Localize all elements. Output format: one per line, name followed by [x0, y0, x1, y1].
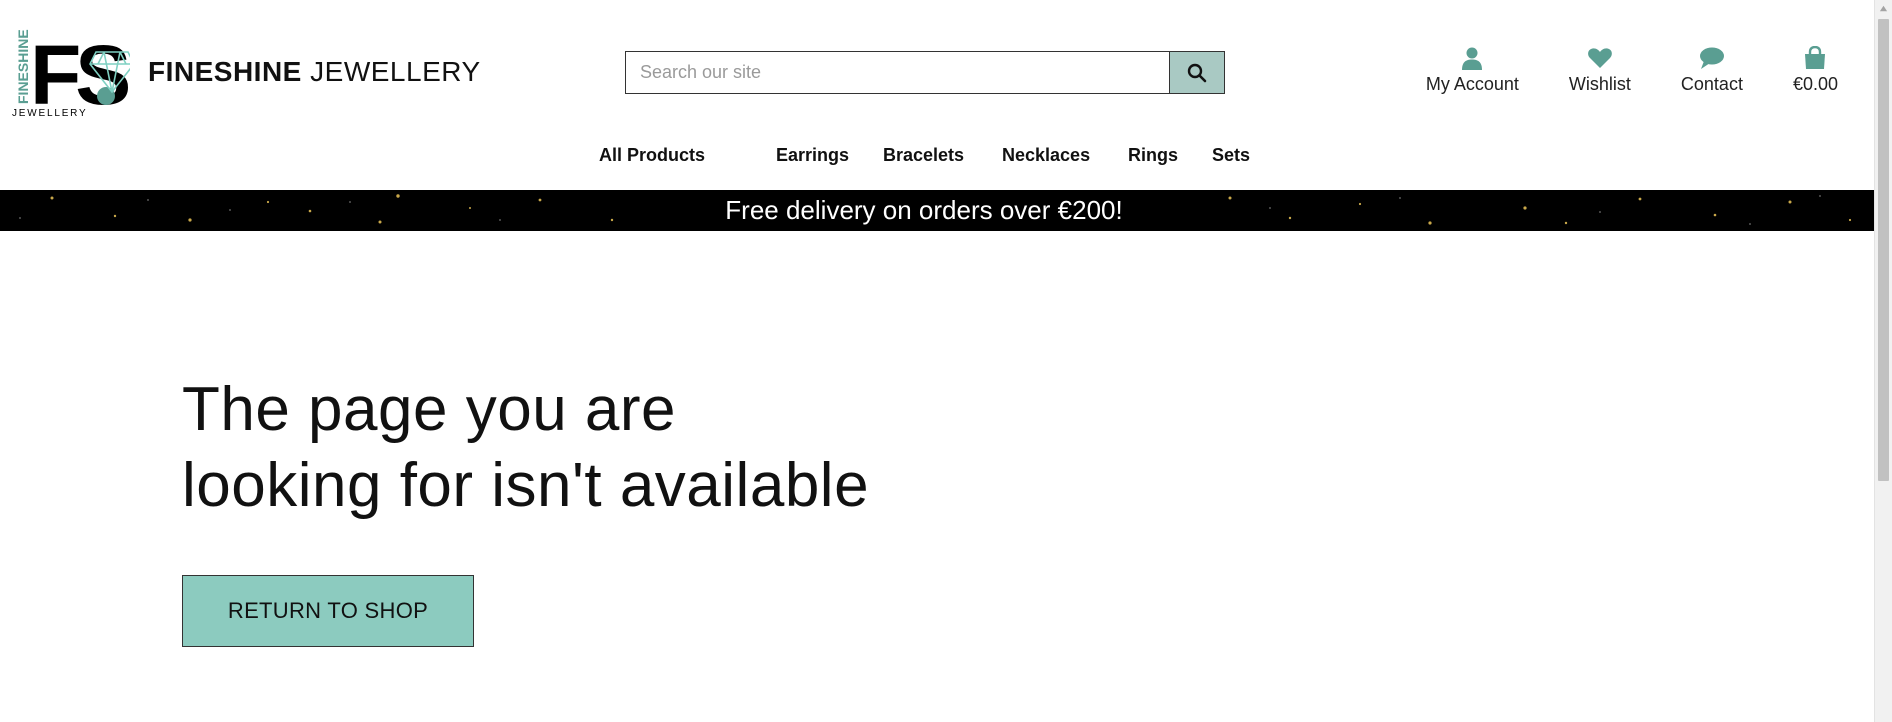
logo-subtext: JEWELLERY: [12, 108, 87, 119]
brand-name: FINESHINE JEWELLERY: [148, 56, 481, 88]
promo-text: Free delivery on orders over €200!: [725, 195, 1123, 225]
search-button[interactable]: [1169, 52, 1224, 93]
search-icon: [1187, 63, 1207, 82]
return-to-shop-button[interactable]: RETURN TO SHOP: [182, 575, 474, 647]
user-icon: [1462, 47, 1483, 70]
search-bar: [625, 51, 1225, 94]
scrollbar-thumb[interactable]: [1878, 19, 1889, 481]
brand-name-light: JEWELLERY: [310, 56, 481, 87]
contact-link[interactable]: Contact: [1681, 46, 1743, 95]
shopping-bag-icon: [1805, 46, 1826, 69]
site-header: FINESHINE FS. JEWELLERY FINESHINE: [0, 0, 1874, 190]
logo-vertical-text: FINESHINE: [15, 29, 31, 104]
chat-icon: [1699, 47, 1724, 69]
wishlist-link[interactable]: Wishlist: [1569, 46, 1631, 95]
cart-total: €0.00: [1792, 74, 1838, 94]
caret-up-icon: [1879, 5, 1888, 12]
main-nav: All Products Earrings Bracelets Necklace…: [0, 145, 1874, 175]
my-account-label: My Account: [1425, 74, 1519, 94]
nav-item-rings[interactable]: Rings: [1128, 145, 1178, 166]
error-headline-line1: The page you are: [182, 375, 677, 444]
search-input[interactable]: [626, 52, 1169, 93]
nav-item-necklaces[interactable]: Necklaces: [1002, 145, 1090, 166]
my-account-link[interactable]: My Account: [1426, 46, 1519, 95]
nav-item-bracelets[interactable]: Bracelets: [883, 145, 964, 166]
nav-item-all-products[interactable]: All Products: [599, 145, 705, 166]
vertical-scrollbar[interactable]: [1874, 0, 1892, 722]
scroll-up-arrow[interactable]: [1875, 0, 1892, 17]
cart-link[interactable]: €0.00: [1793, 46, 1838, 95]
header-links: My Account Wishlist Contact €0.00: [1376, 46, 1838, 95]
nav-item-sets[interactable]: Sets: [1212, 145, 1250, 166]
nav-item-earrings[interactable]: Earrings: [776, 145, 849, 166]
page: FINESHINE FS. JEWELLERY FINESHINE: [0, 0, 1874, 722]
brand-name-bold: FINESHINE: [148, 56, 302, 87]
error-content: The page you are looking for isn't avail…: [182, 372, 1082, 647]
logo-mark: FINESHINE FS. JEWELLERY: [10, 22, 149, 122]
error-headline-line2: looking for isn't available: [182, 451, 870, 520]
heart-icon: [1588, 48, 1612, 68]
promo-banner: Free delivery on orders over €200!: [0, 190, 1874, 231]
site-logo[interactable]: FINESHINE FS. JEWELLERY FINESHINE: [10, 22, 480, 122]
wishlist-label: Wishlist: [1568, 74, 1631, 94]
error-headline: The page you are looking for isn't avail…: [182, 372, 1082, 524]
contact-label: Contact: [1680, 74, 1743, 94]
logo-graphic: FINESHINE FS. JEWELLERY: [12, 28, 149, 122]
